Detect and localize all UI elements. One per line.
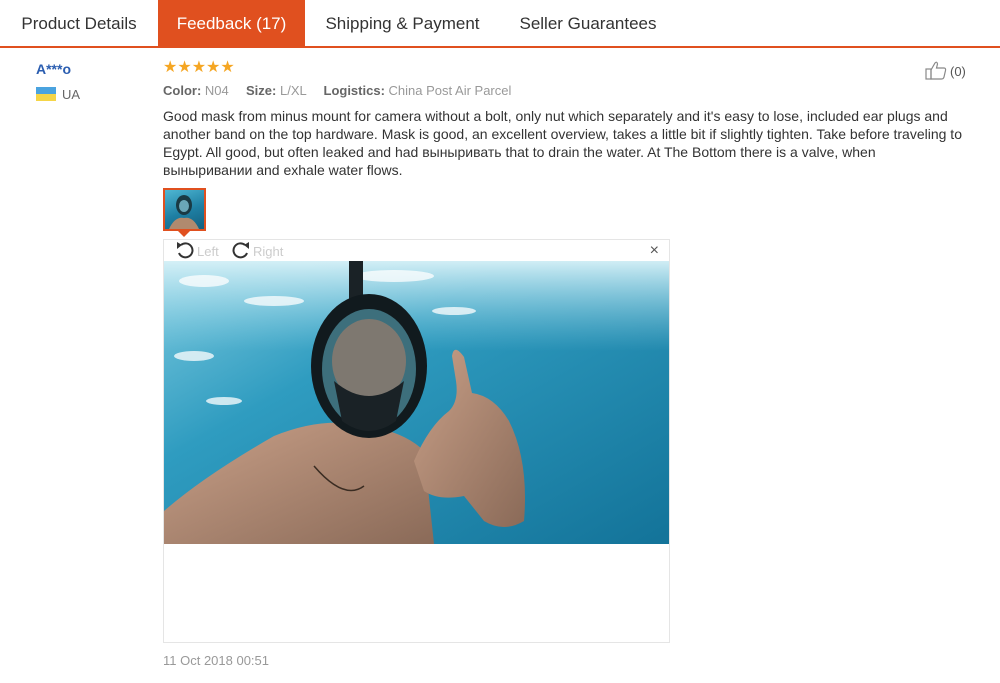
photo-viewer: Left Right ×: [163, 239, 670, 643]
review-text: Good mask from minus mount for camera wi…: [163, 108, 962, 178]
helpful-button[interactable]: (0): [925, 60, 966, 83]
thumbs-up-icon: [925, 60, 947, 83]
rotate-right-icon: [230, 239, 252, 264]
rotate-right-button[interactable]: Right: [230, 240, 283, 262]
close-viewer-button[interactable]: ×: [650, 242, 659, 260]
logistics-label: Logistics:: [323, 83, 385, 98]
tab-shipping-payment[interactable]: Shipping & Payment: [305, 0, 500, 46]
ukraine-flag-icon: [36, 87, 56, 101]
country-code: UA: [62, 87, 81, 102]
tab-bar: Product Details Feedback (17) Shipping &…: [0, 0, 1000, 48]
review-meta: Color: N04 Size: L/XL Logistics: China P…: [163, 83, 511, 98]
viewer-toolbar: Left Right ×: [164, 240, 669, 262]
review-date: 11 Oct 2018 00:51: [163, 653, 270, 668]
logistics-value: China Post Air Parcel: [388, 83, 512, 98]
size-label: Size:: [246, 83, 277, 98]
tab-seller-guarantees[interactable]: Seller Guarantees: [500, 0, 676, 46]
rotate-left-button[interactable]: Left: [174, 240, 219, 262]
size-value: L/XL: [279, 83, 307, 98]
color-label: Color:: [163, 83, 202, 98]
rotate-left-label: Left: [197, 243, 219, 259]
rating-stars: ★★★★★: [163, 59, 235, 76]
review-photo-large: [164, 261, 669, 544]
tab-product-details[interactable]: Product Details: [0, 0, 158, 46]
helpful-count: (0): [950, 64, 966, 79]
rotate-left-icon: [174, 239, 196, 264]
reviewer-name[interactable]: A***o: [36, 61, 71, 77]
review-photo-thumbnail[interactable]: [163, 188, 206, 231]
reviewer-country: UA: [36, 87, 80, 103]
rotate-right-label: Right: [253, 243, 284, 259]
color-value: N04: [204, 83, 229, 98]
tab-feedback[interactable]: Feedback (17): [158, 0, 305, 46]
thumbnail-selected-pointer: [178, 231, 190, 237]
